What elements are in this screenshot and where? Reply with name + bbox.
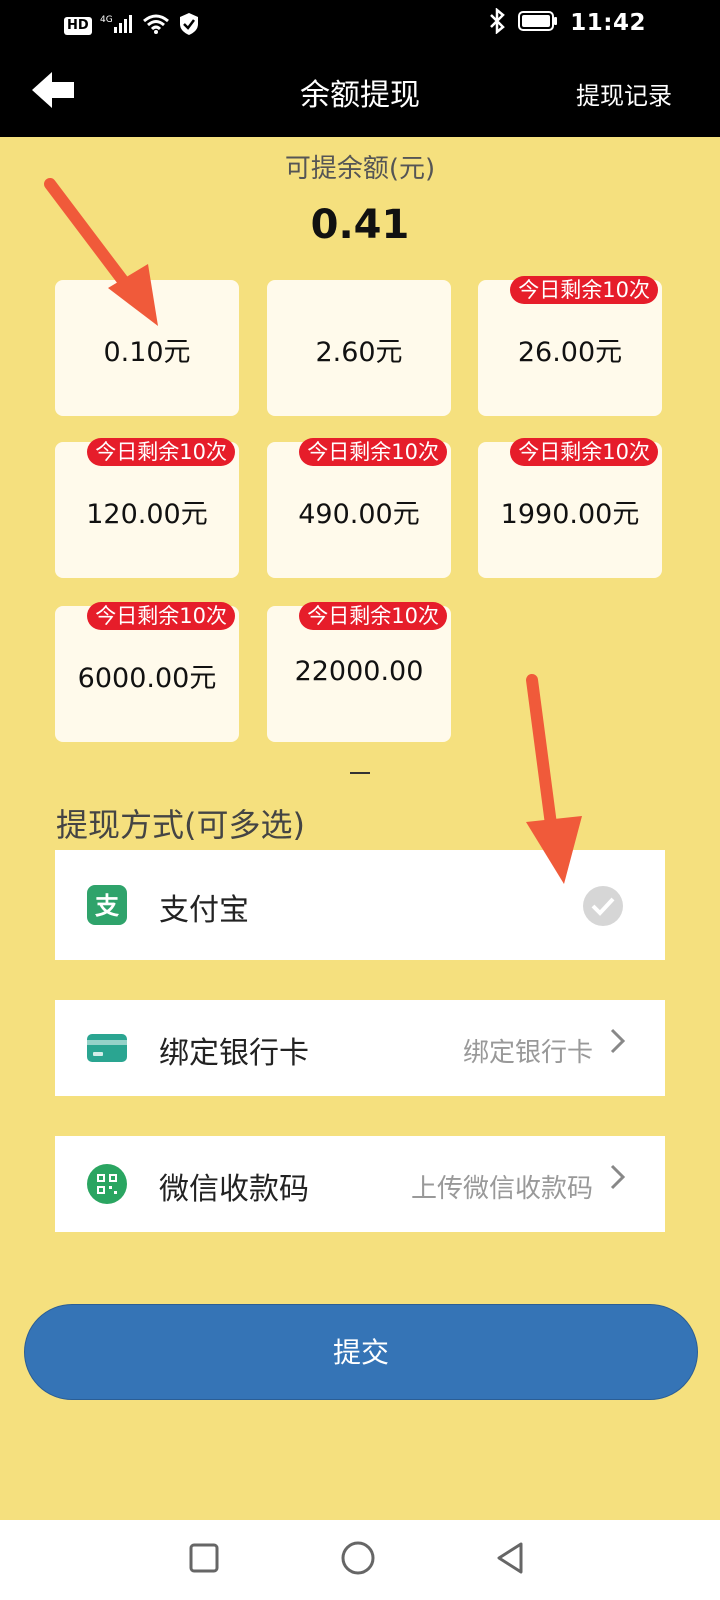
upload-wechat-qr-link[interactable]: 上传微信收款码 xyxy=(411,1168,593,1205)
remaining-badge: 今日剩余10次 xyxy=(510,438,658,466)
svg-text:支: 支 xyxy=(95,892,120,920)
amount-option[interactable]: 今日剩余10次 22000.00 xyxy=(267,602,451,742)
check-circle-icon[interactable] xyxy=(581,884,625,932)
method-label: 微信收款码 xyxy=(159,1172,309,1207)
amount-option[interactable]: 今日剩余10次 6000.00元 xyxy=(55,602,239,742)
amount-label: 490.00元 xyxy=(298,499,420,530)
amount-label: 1990.00元 xyxy=(500,499,640,530)
qr-code-icon xyxy=(87,1164,127,1204)
divider xyxy=(350,772,370,774)
recents-square-icon[interactable] xyxy=(188,1542,220,1578)
bank-card-icon xyxy=(87,1028,127,1068)
amount-option[interactable]: 今日剩余10次 26.00元 xyxy=(478,276,662,416)
wifi-icon xyxy=(142,13,170,39)
method-label: 绑定银行卡 xyxy=(159,1036,309,1071)
back-triangle-icon[interactable] xyxy=(494,1540,526,1580)
amount-label: 26.00元 xyxy=(517,337,623,368)
remaining-badge: 今日剩余10次 xyxy=(87,438,235,466)
amount-option[interactable]: 今日剩余10次 120.00元 xyxy=(55,438,239,578)
amount-option[interactable]: 今日剩余10次 490.00元 xyxy=(267,438,451,578)
battery-icon xyxy=(518,10,558,36)
withdraw-record-link[interactable]: 提现记录 xyxy=(576,76,672,111)
amount-option[interactable]: 今日剩余10次 1990.00元 xyxy=(478,438,662,578)
status-bar-right: 11:42 xyxy=(488,7,646,38)
amount-label: 2.60元 xyxy=(315,337,403,368)
remaining-badge: 今日剩余10次 xyxy=(299,602,447,630)
system-nav-bar xyxy=(0,1520,720,1600)
balance-value: 0.41 xyxy=(310,202,410,248)
method-wechat-qr[interactable]: 微信收款码 上传微信收款码 xyxy=(55,1136,665,1232)
amount-option[interactable]: 2.60元 xyxy=(267,280,451,416)
amount-label: 22000.00 xyxy=(294,656,424,687)
balance-label: 可提余额(元) xyxy=(284,154,436,184)
shield-icon xyxy=(178,12,200,40)
alipay-icon: 支 xyxy=(87,885,127,925)
top-bar: HD 4G 11:42 余额提现 提现记录 xyxy=(0,0,720,137)
signal-icon: 4G xyxy=(100,13,134,39)
chevron-right-icon xyxy=(609,1162,627,1200)
clock: 11:42 xyxy=(570,10,646,36)
amount-label: 0.10元 xyxy=(103,337,191,368)
method-bank-card[interactable]: 绑定银行卡 绑定银行卡 xyxy=(55,1000,665,1096)
bind-bank-card-link[interactable]: 绑定银行卡 xyxy=(463,1032,593,1069)
amount-label: 6000.00元 xyxy=(77,663,217,694)
chevron-right-icon xyxy=(609,1026,627,1064)
amount-option[interactable]: 0.10元 xyxy=(55,280,239,416)
method-section-title: 提现方式(可多选) xyxy=(56,806,305,844)
amount-label: 120.00元 xyxy=(86,499,208,530)
status-bar-left: HD 4G xyxy=(64,12,200,40)
signal-label: 4G xyxy=(100,15,113,25)
hd-indicator: HD xyxy=(64,17,92,35)
bluetooth-icon xyxy=(488,7,506,38)
remaining-badge: 今日剩余10次 xyxy=(299,438,447,466)
method-alipay[interactable]: 支 支付宝 xyxy=(55,850,665,960)
submit-button[interactable]: 提交 xyxy=(24,1304,698,1400)
remaining-badge: 今日剩余10次 xyxy=(87,602,235,630)
home-circle-icon[interactable] xyxy=(340,1540,376,1580)
method-label: 支付宝 xyxy=(159,893,249,928)
remaining-badge: 今日剩余10次 xyxy=(510,276,658,304)
